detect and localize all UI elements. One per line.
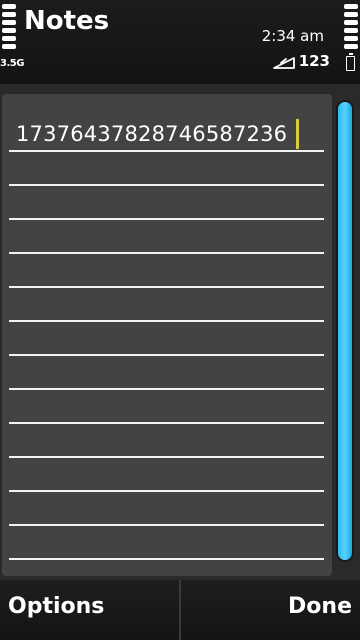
clock: 2:34 am bbox=[261, 27, 324, 45]
note-line bbox=[9, 286, 324, 288]
options-button[interactable]: Options bbox=[8, 594, 104, 619]
note-line bbox=[9, 320, 324, 322]
app-title: Notes bbox=[24, 6, 110, 36]
note-editor[interactable]: 17376437828746587236 bbox=[2, 94, 332, 576]
scrollbar-track[interactable] bbox=[336, 100, 354, 562]
softkey-bar: Options Done bbox=[0, 580, 360, 640]
battery-icon bbox=[346, 53, 355, 71]
signal-strength-icon bbox=[2, 4, 16, 49]
note-line bbox=[9, 184, 324, 186]
note-line bbox=[9, 524, 324, 526]
note-line bbox=[9, 354, 324, 356]
note-line bbox=[9, 218, 324, 220]
scrollbar-thumb[interactable] bbox=[338, 102, 352, 560]
text-cursor bbox=[296, 119, 299, 149]
note-line bbox=[9, 558, 324, 560]
note-line bbox=[9, 422, 324, 424]
main-area: 17376437828746587236 bbox=[0, 84, 360, 580]
note-line bbox=[9, 456, 324, 458]
status-bar: 3.5G Notes 2:34 am 123 bbox=[0, 0, 360, 84]
battery-level-icon bbox=[344, 4, 358, 49]
network-type-label: 3.5G bbox=[0, 58, 24, 69]
note-line bbox=[9, 388, 324, 390]
note-line bbox=[9, 490, 324, 492]
note-text[interactable]: 17376437828746587236 bbox=[16, 122, 287, 146]
note-line bbox=[9, 252, 324, 254]
done-button[interactable]: Done bbox=[288, 594, 352, 619]
note-line bbox=[9, 150, 324, 152]
pen-input-icon bbox=[273, 57, 295, 69]
softkey-divider bbox=[179, 580, 181, 640]
input-mode-indicator: 123 bbox=[298, 52, 330, 70]
